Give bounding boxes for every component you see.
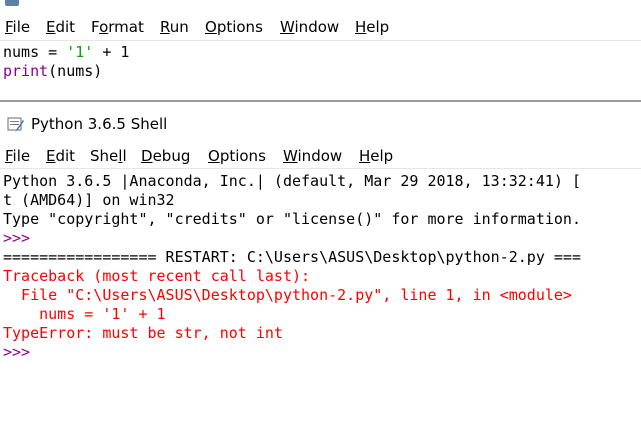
- shell-menu-file[interactable]: File: [5, 147, 30, 165]
- shell-menu-edit[interactable]: Edit: [46, 147, 75, 165]
- shell-menu-help[interactable]: Help: [359, 147, 393, 165]
- shell-menu-shell[interactable]: Shell: [90, 147, 127, 165]
- traceback-line-1: Traceback (most recent call last):: [3, 267, 311, 285]
- shell-prompt-current[interactable]: >>>: [3, 343, 30, 361]
- traceback-error-line: TypeError: must be str, not int: [3, 324, 283, 342]
- shell-window-title: Python 3.6.5 Shell: [31, 115, 168, 133]
- editor-menu-format[interactable]: Format: [91, 18, 144, 36]
- shell-banner-line-2: t (AMD64)] on win32: [3, 191, 175, 209]
- shell-restart-line: ================= RESTART: C:\Users\ASUS…: [3, 248, 581, 266]
- code-line-1: nums = '1' + 1: [3, 43, 130, 61]
- editor-titlebar: [0, 0, 641, 8]
- editor-menu-file[interactable]: File: [5, 18, 30, 36]
- editor-app-icon: [5, 0, 19, 6]
- traceback-line-2: File "C:\Users\ASUS\Desktop\python-2.py"…: [3, 286, 572, 304]
- editor-menubar: File Edit Format Run Options Window Help: [0, 14, 641, 38]
- traceback-line-3: nums = '1' + 1: [3, 305, 166, 323]
- shell-menubar: File Edit Shell Debug Options Window Hel…: [0, 143, 641, 167]
- shell-prompt: >>>: [3, 229, 31, 247]
- python-shell-icon: [7, 117, 24, 132]
- editor-menu-help[interactable]: Help: [355, 18, 389, 36]
- shell-output-area[interactable]: Python 3.6.5 |Anaconda, Inc.| (default, …: [0, 168, 641, 424]
- editor-menu-run[interactable]: Run: [160, 18, 189, 36]
- editor-menu-edit[interactable]: Edit: [46, 18, 75, 36]
- shell-banner-line-1: Python 3.6.5 |Anaconda, Inc.| (default, …: [3, 172, 581, 190]
- editor-text-area[interactable]: nums = '1' + 1 print(nums): [0, 40, 641, 101]
- shell-menu-debug[interactable]: Debug: [141, 147, 190, 165]
- editor-bottom-border: [0, 100, 641, 102]
- code-line-2: print(nums): [3, 62, 103, 80]
- shell-menu-options[interactable]: Options: [208, 147, 266, 165]
- editor-menu-options[interactable]: Options: [205, 18, 263, 36]
- shell-menu-window[interactable]: Window: [283, 147, 342, 165]
- editor-menu-window[interactable]: Window: [280, 18, 339, 36]
- shell-banner-line-3: Type "copyright", "credits" or "license(…: [3, 210, 581, 228]
- shell-titlebar: Python 3.6.5 Shell: [0, 108, 641, 140]
